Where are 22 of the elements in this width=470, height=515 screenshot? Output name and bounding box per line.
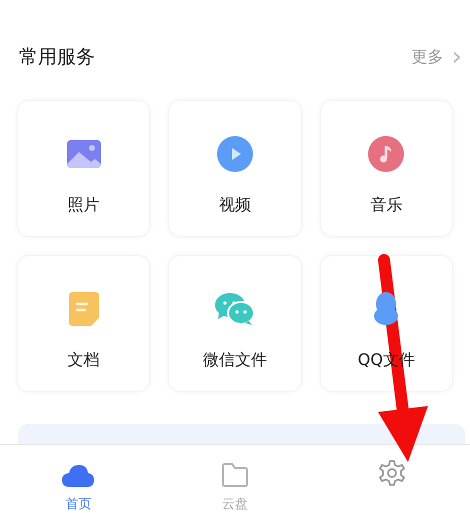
service-label: 视频: [218, 194, 251, 216]
music-note-icon: [368, 136, 404, 172]
penguin-icon: [372, 292, 400, 326]
nav-tab[interactable]: 首页: [0, 445, 157, 515]
service-tile[interactable]: 照片: [17, 100, 150, 237]
service-tile[interactable]: 微信文件: [168, 255, 302, 392]
picture-icon: [66, 140, 101, 168]
service-label: 照片: [68, 194, 100, 216]
service-label: 文档: [68, 349, 100, 371]
service-label: 音乐: [370, 194, 402, 216]
banner-card[interactable]: [18, 424, 465, 444]
folder-icon: [220, 463, 249, 487]
service-tile[interactable]: 音乐: [320, 100, 453, 237]
play-icon: [216, 136, 253, 172]
settings-icon: [378, 459, 406, 487]
cloud-icon: [62, 465, 94, 487]
chat-bubbles-icon: [214, 293, 255, 325]
service-tile[interactable]: 视频: [168, 100, 302, 237]
section-title: 常用服务: [19, 44, 95, 70]
document-icon: [68, 292, 99, 326]
service-label: 微信文件: [202, 349, 267, 371]
service-tile[interactable]: 文档: [17, 255, 150, 392]
